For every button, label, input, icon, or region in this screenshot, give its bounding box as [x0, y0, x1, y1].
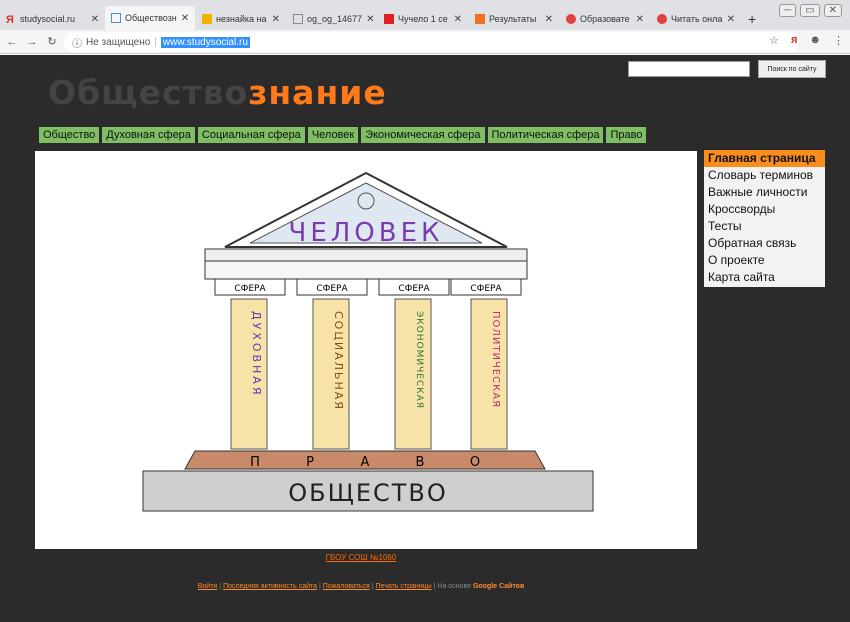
- tab-1[interactable]: Яstudysocial.ru ✕: [0, 8, 105, 30]
- close-icon[interactable]: ✕: [727, 14, 735, 25]
- youtube-icon: [384, 14, 394, 24]
- column-2-label: СОЦИАЛЬНАЯ: [332, 311, 345, 411]
- roof-label: ЧЕЛОВЕК: [289, 218, 444, 248]
- school-link[interactable]: ГБОУ СОШ №1060: [326, 553, 397, 562]
- svg-text:СФЕРА: СФЕРА: [470, 284, 502, 294]
- svg-text:Р: Р: [306, 455, 314, 470]
- yandex-ext-icon[interactable]: я: [791, 34, 797, 47]
- close-icon[interactable]: ✕: [91, 14, 99, 25]
- close-icon[interactable]: ✕: [272, 14, 280, 25]
- browser-tab-bar: Яstudysocial.ru ✕ Обществозн ✕ незнайка на…: [0, 0, 850, 30]
- cornice: [204, 248, 528, 262]
- google-sites-link[interactable]: Google Сайтов: [473, 583, 524, 590]
- close-window-icon[interactable]: ✕: [823, 4, 842, 17]
- activity-link[interactable]: Последняя активность сайта: [223, 583, 317, 590]
- tab-6[interactable]: Результаты ✕: [469, 8, 559, 30]
- login-link[interactable]: Войти: [198, 583, 218, 590]
- svg-text:СФЕРА: СФЕРА: [316, 284, 348, 294]
- columns: ДУХОВНАЯ СОЦИАЛЬНАЯ ЭКОНОМИЧЕСКАЯ ПОЛИТИ…: [230, 298, 508, 450]
- tab-3[interactable]: незнайка на ✕: [196, 8, 286, 30]
- svg-text:В: В: [416, 455, 425, 470]
- forward-icon[interactable]: →: [24, 36, 40, 48]
- svg-text:А: А: [361, 455, 370, 470]
- close-icon[interactable]: ✕: [181, 13, 189, 24]
- page-icon: [566, 14, 576, 24]
- url-field[interactable]: ⓘ Не защищено | www.studysocial.ru: [64, 32, 799, 52]
- sidebar-item-sitemap[interactable]: Карта сайта: [704, 269, 825, 286]
- search-input[interactable]: [628, 61, 750, 77]
- foundation-label: ОБЩЕСТВО: [288, 479, 448, 507]
- close-icon[interactable]: ✕: [454, 14, 462, 25]
- temple-drawing: ЧЕЛОВЕК СФЕРА СФЕРА СФЕРА СФЕРА ДУХОВНАЯ…: [35, 151, 697, 549]
- print-link[interactable]: Печать страницы: [376, 583, 432, 590]
- menu-item-person[interactable]: Человек: [307, 127, 359, 143]
- menu-item-spiritual[interactable]: Духовная сфера: [102, 127, 195, 143]
- svg-text:О: О: [470, 455, 480, 470]
- main-menu: Общество Духовная сфера Социальная сфера…: [39, 127, 647, 143]
- url-text: www.studysocial.ru: [160, 36, 250, 48]
- sidebar-item-people[interactable]: Важные личности: [704, 184, 825, 201]
- sidebar-nav: Главная страница Словарь терминов Важные…: [704, 150, 825, 287]
- menu-item-political[interactable]: Политическая сфера: [487, 127, 604, 143]
- menu-item-social[interactable]: Социальная сфера: [197, 127, 305, 143]
- new-tab-button[interactable]: +: [742, 8, 762, 30]
- site-container: Обществознание Поиск по сайту Общество Д…: [30, 55, 828, 622]
- back-icon[interactable]: ←: [4, 36, 20, 48]
- column-3: [394, 298, 432, 450]
- bookmark-star-icon[interactable]: ☆: [769, 34, 779, 47]
- menu-dots-icon[interactable]: ⋮: [833, 34, 844, 47]
- capitals: СФЕРА СФЕРА СФЕРА СФЕРА: [214, 278, 522, 296]
- frieze: [204, 260, 528, 280]
- page-icon: [202, 14, 212, 24]
- column-1-label: ДУХОВНАЯ: [250, 311, 263, 397]
- security-label: Не защищено: [86, 36, 151, 48]
- close-icon[interactable]: ✕: [366, 14, 374, 25]
- sidebar-item-tests[interactable]: Тесты: [704, 218, 825, 235]
- tab-4[interactable]: og_og_14677 ✕: [287, 8, 377, 30]
- sidebar-item-crosswords[interactable]: Кроссворды: [704, 201, 825, 218]
- sidebar-item-feedback[interactable]: Обратная связь: [704, 235, 825, 252]
- window-controls: ─ ▭ ✕: [779, 4, 842, 17]
- sidebar-item-about[interactable]: О проекте: [704, 252, 825, 269]
- menu-item-society[interactable]: Общество: [39, 127, 100, 143]
- page-icon: [111, 13, 121, 23]
- tab-2[interactable]: Обществозн ✕: [105, 6, 195, 30]
- yandex-icon: Я: [6, 14, 14, 26]
- page-icon: [475, 14, 485, 24]
- tab-7[interactable]: Образовате ✕: [560, 8, 650, 30]
- info-icon[interactable]: ⓘ: [72, 35, 82, 50]
- column-3-label: ЭКОНОМИЧЕСКАЯ: [414, 311, 424, 409]
- document-icon: [293, 14, 303, 24]
- search-button[interactable]: Поиск по сайту: [758, 60, 826, 78]
- reload-icon[interactable]: ↻: [44, 35, 60, 48]
- tab-8[interactable]: Читать онла ✕: [651, 8, 741, 30]
- maximize-icon[interactable]: ▭: [800, 4, 820, 17]
- svg-text:П: П: [250, 455, 260, 470]
- profile-icon[interactable]: ☻: [809, 34, 821, 47]
- address-bar: ← → ↻ ⓘ Не защищено | www.studysocial.ru…: [0, 30, 850, 54]
- close-icon[interactable]: ✕: [636, 14, 644, 25]
- sidebar-item-home[interactable]: Главная страница: [704, 150, 825, 167]
- footer-school: ГБОУ СОШ №1060: [30, 553, 692, 562]
- menu-item-law[interactable]: Право: [606, 127, 647, 143]
- svg-text:СФЕРА: СФЕРА: [234, 284, 266, 294]
- page-viewport: Обществознание Поиск по сайту Общество Д…: [0, 55, 850, 622]
- column-4-label: ПОЛИТИЧЕСКАЯ: [490, 311, 501, 408]
- svg-text:СФЕРА: СФЕРА: [398, 284, 430, 294]
- tab-5[interactable]: Чучело 1 се ✕: [378, 8, 468, 30]
- report-link[interactable]: Пожаловаться: [323, 583, 370, 590]
- minimize-icon[interactable]: ─: [779, 4, 797, 17]
- site-logo[interactable]: Обществознание: [48, 73, 387, 112]
- page-icon: [657, 14, 667, 24]
- close-icon[interactable]: ✕: [545, 14, 553, 25]
- menu-item-economic[interactable]: Экономическая сфера: [361, 127, 485, 143]
- sidebar-item-glossary[interactable]: Словарь терминов: [704, 167, 825, 184]
- footer-links: Войти | Последняя активность сайта | Пож…: [197, 583, 525, 590]
